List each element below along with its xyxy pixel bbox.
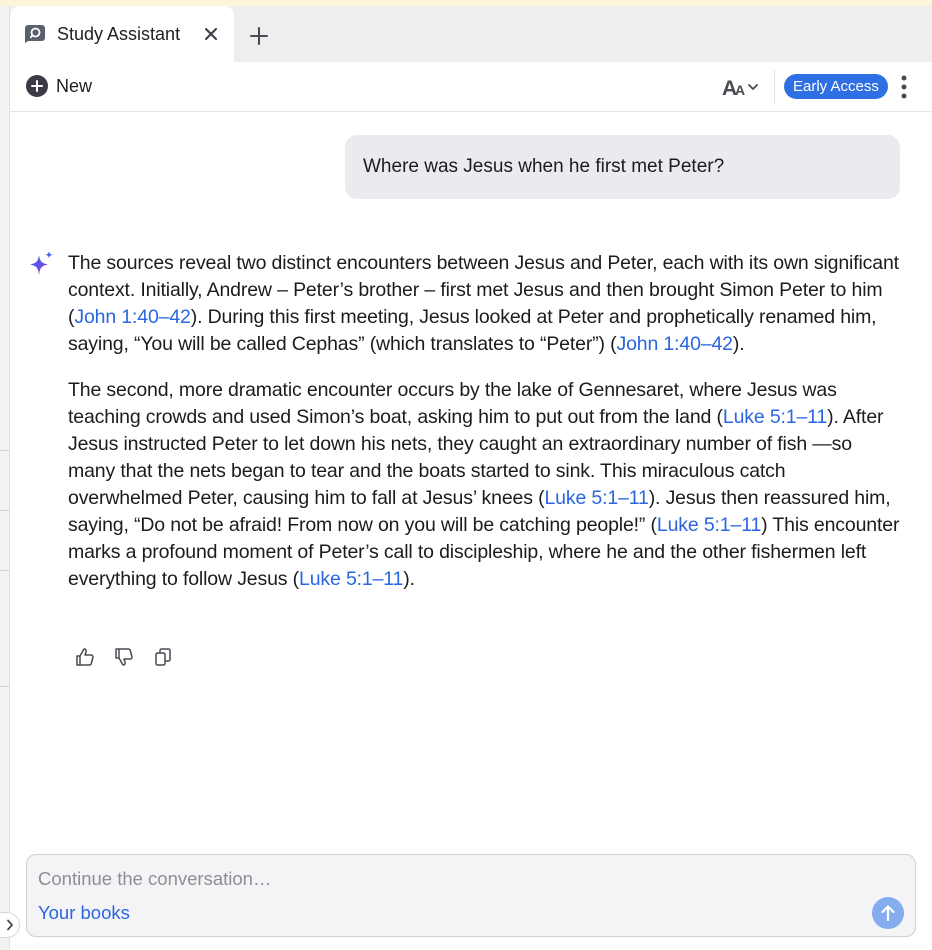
answer-paragraph: The sources reveal two distinct encounte… [68,250,900,358]
close-icon [205,28,217,40]
answer-paragraph: The second, more dramatic encounter occu… [68,377,900,593]
panel-divider [0,510,10,511]
study-assistant-icon [24,24,46,44]
early-access-badge[interactable]: Early Access [784,74,888,99]
conversation-input[interactable] [38,866,858,892]
new-conversation-button[interactable]: New [26,75,92,97]
scripture-reference-link[interactable]: John 1:40–42 [616,333,733,355]
tab-title: Study Assistant [57,23,181,44]
thumbs-down-button[interactable] [113,645,135,669]
close-tab-button[interactable] [200,21,222,47]
plus-icon [250,27,268,45]
thumbs-up-icon [76,648,94,666]
scripture-reference-link[interactable]: John 1:40–42 [74,306,191,328]
more-options-button[interactable] [896,73,912,101]
scripture-reference-link[interactable]: Luke 5:1–11 [657,514,761,536]
thumbs-up-button[interactable] [74,645,96,669]
font-size-icon: A A [722,77,758,99]
panel-divider [0,686,10,687]
send-button[interactable] [872,897,904,929]
toolbar-divider [774,70,775,104]
tab-study-assistant[interactable]: Study Assistant [10,6,234,62]
thumbs-down-icon [115,648,133,666]
composer: Your books [26,854,916,937]
copy-icon [155,648,171,666]
scripture-reference-link[interactable]: Luke 5:1–11 [723,406,827,428]
chevron-right-icon [6,919,13,931]
more-vertical-icon [901,75,907,99]
font-size-button[interactable]: A A [722,74,766,100]
left-panel-edge [0,6,10,950]
arrow-up-icon [881,905,895,922]
user-message: Where was Jesus when he first met Peter? [345,135,900,199]
plus-circle-icon [26,75,48,97]
answer-text: ). [732,333,745,355]
toolbar: New A A Early Access [10,62,932,112]
add-tab-button[interactable] [246,23,272,49]
answer-text: ). [403,568,415,590]
sparkle-icon [30,251,53,275]
panel-divider [0,450,10,451]
svg-text:A: A [735,82,745,98]
expand-panel-button[interactable] [0,912,20,938]
assistant-answer: The sources reveal two distinct encounte… [68,250,900,612]
new-label: New [56,75,93,96]
panel-divider [0,570,10,571]
copy-button[interactable] [152,645,174,669]
your-books-link[interactable]: Your books [38,902,130,924]
answer-text: The second, more dramatic encounter occu… [68,379,837,428]
scripture-reference-link[interactable]: Luke 5:1–11 [544,487,648,509]
scripture-reference-link[interactable]: Luke 5:1–11 [299,568,403,590]
